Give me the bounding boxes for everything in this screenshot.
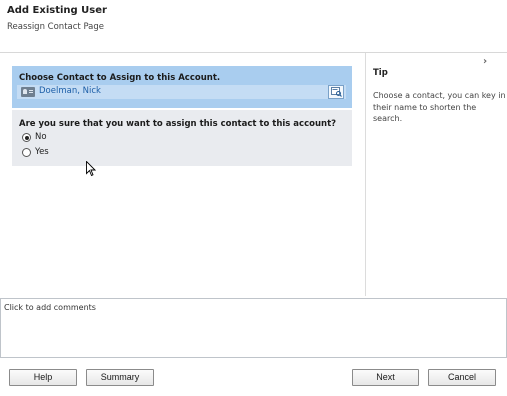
help-button[interactable]: Help bbox=[9, 369, 77, 386]
selected-contact-link[interactable]: Doelman, Nick bbox=[39, 86, 101, 96]
radio-no-label[interactable]: No bbox=[35, 132, 47, 142]
page-title: Add Existing User bbox=[7, 5, 107, 16]
tip-panel-divider bbox=[365, 53, 366, 296]
radio-yes-label[interactable]: Yes bbox=[35, 147, 49, 157]
chevron-right-icon[interactable]: › bbox=[483, 56, 487, 67]
header-divider bbox=[0, 52, 507, 53]
lookup-icon bbox=[331, 87, 342, 97]
contact-section-label: Choose Contact to Assign to this Account… bbox=[19, 73, 221, 83]
tip-text: Choose a contact, you can key in their n… bbox=[373, 91, 506, 123]
next-button[interactable]: Next bbox=[352, 369, 419, 386]
radio-no[interactable] bbox=[22, 133, 31, 142]
contact-card-icon bbox=[21, 87, 35, 97]
mouse-cursor-icon bbox=[86, 161, 96, 177]
lookup-button[interactable] bbox=[328, 85, 344, 99]
cancel-button[interactable]: Cancel bbox=[428, 369, 496, 386]
comments-placeholder[interactable]: Click to add comments bbox=[4, 303, 96, 312]
confirm-question: Are you sure that you want to assign thi… bbox=[19, 119, 337, 129]
radio-yes[interactable] bbox=[22, 148, 31, 157]
page-subtitle: Reassign Contact Page bbox=[7, 22, 105, 32]
summary-button[interactable]: Summary bbox=[86, 369, 154, 386]
tip-title: Tip bbox=[373, 68, 388, 78]
